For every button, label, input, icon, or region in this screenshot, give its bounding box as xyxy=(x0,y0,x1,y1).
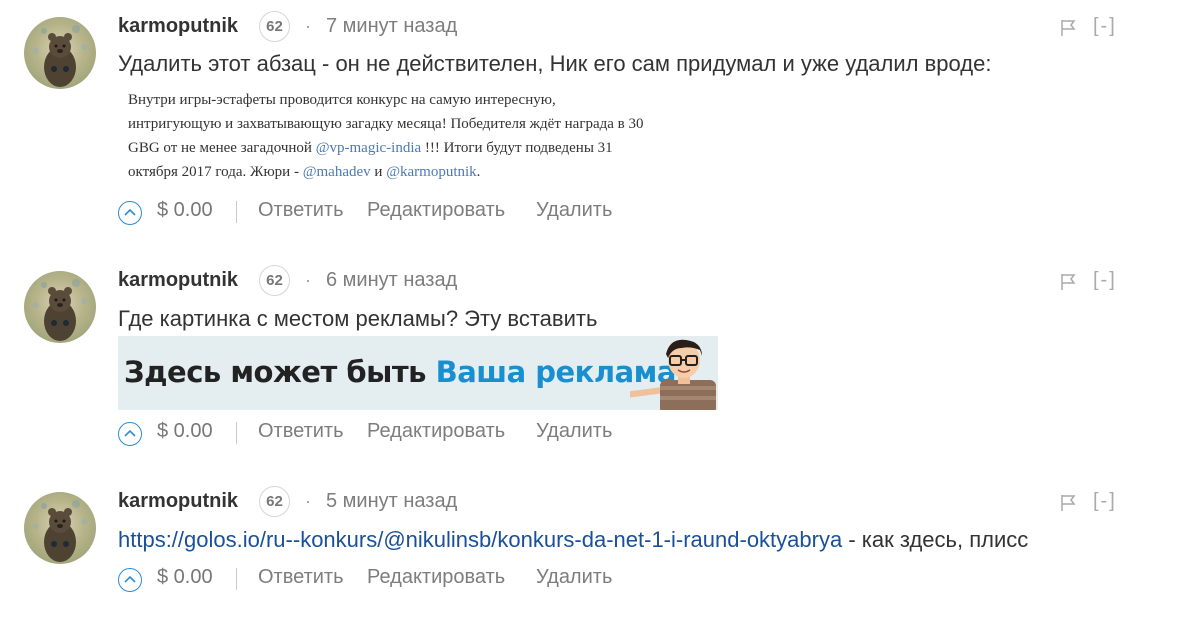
comment: karmoputnik 62 · 5 минут назад [-] https… xyxy=(0,480,1180,610)
avatar[interactable] xyxy=(24,17,96,89)
comment-actions: $ 0.00 Ответить Редактировать Удалить xyxy=(118,420,678,446)
separator-dot: · xyxy=(305,491,311,511)
comment-actions: $ 0.00 Ответить Редактировать Удалить xyxy=(118,566,678,592)
reputation-badge: 62 xyxy=(259,486,290,517)
avatar[interactable] xyxy=(24,271,96,343)
flag-icon[interactable] xyxy=(1060,19,1076,37)
avatar[interactable] xyxy=(24,492,96,564)
upvote-icon[interactable] xyxy=(118,422,142,446)
quote-line: GBG от не менее загадочной @vp-magic-ind… xyxy=(128,140,613,156)
reply-button[interactable]: Ответить xyxy=(258,420,344,443)
upvote-icon[interactable] xyxy=(118,568,142,592)
separator-dot: · xyxy=(305,16,311,36)
timestamp[interactable]: 7 минут назад xyxy=(326,15,457,38)
quote-line: Внутри игры-эстафеты проводится конкурс … xyxy=(128,92,556,108)
ad-banner-text: Здесь может быть Ваша реклама xyxy=(124,355,676,389)
comment: karmoputnik 62 · 6 минут назад [-] Где к… xyxy=(0,258,1180,458)
upvote-icon[interactable] xyxy=(118,201,142,225)
cartoon-man-image xyxy=(630,339,716,410)
collapse-toggle[interactable]: [-] xyxy=(1093,15,1117,38)
edit-button[interactable]: Редактировать xyxy=(367,199,505,222)
delete-button[interactable]: Удалить xyxy=(536,199,612,222)
edit-button[interactable]: Редактировать xyxy=(367,420,505,443)
payout-value[interactable]: $ 0.00 xyxy=(157,199,213,222)
author-name[interactable]: karmoputnik xyxy=(118,490,238,513)
payout-value[interactable]: $ 0.00 xyxy=(157,566,213,589)
comment-actions: $ 0.00 Ответить Редактировать Удалить xyxy=(118,199,678,225)
reputation-badge: 62 xyxy=(259,265,290,296)
comment-link[interactable]: https://golos.io/ru--konkurs/@nikulinsb/… xyxy=(118,527,842,552)
reputation-badge: 62 xyxy=(259,11,290,42)
collapse-toggle[interactable]: [-] xyxy=(1093,490,1117,513)
comment-text: Удалить этот абзац - он не действителен,… xyxy=(118,51,992,76)
mention-link: @mahadev xyxy=(302,164,371,180)
mention-link: @vp-magic-india xyxy=(315,140,422,156)
reply-button[interactable]: Ответить xyxy=(258,566,344,589)
flag-icon[interactable] xyxy=(1060,494,1076,512)
separator-dot: · xyxy=(305,270,311,290)
edit-button[interactable]: Редактировать xyxy=(367,566,505,589)
author-name[interactable]: karmoputnik xyxy=(118,15,238,38)
payout-value[interactable]: $ 0.00 xyxy=(157,420,213,443)
comment-text: Где картинка с местом рекламы? Эту встав… xyxy=(118,306,598,331)
author-name[interactable]: karmoputnik xyxy=(118,269,238,292)
ad-banner-image: Здесь может быть Ваша реклама xyxy=(118,336,718,410)
mention-link: @karmoputnik xyxy=(386,164,477,180)
quote-line: интригующую и захватывающую загадку меся… xyxy=(128,116,644,132)
reply-button[interactable]: Ответить xyxy=(258,199,344,222)
divider xyxy=(236,568,237,590)
comment-text: https://golos.io/ru--konkurs/@nikulinsb/… xyxy=(118,527,1029,552)
timestamp[interactable]: 5 минут назад xyxy=(326,490,457,513)
divider xyxy=(236,201,237,223)
divider xyxy=(236,422,237,444)
quote-line: октября 2017 года. Жюри - @mahadev и @ka… xyxy=(128,164,481,180)
delete-button[interactable]: Удалить xyxy=(536,420,612,443)
quoted-text-image: Внутри игры-эстафеты проводится конкурс … xyxy=(118,88,718,188)
comment: karmoputnik 62 · 7 минут назад [-] Удали… xyxy=(0,0,1180,240)
delete-button[interactable]: Удалить xyxy=(536,566,612,589)
collapse-toggle[interactable]: [-] xyxy=(1093,269,1117,292)
timestamp[interactable]: 6 минут назад xyxy=(326,269,457,292)
flag-icon[interactable] xyxy=(1060,273,1076,291)
